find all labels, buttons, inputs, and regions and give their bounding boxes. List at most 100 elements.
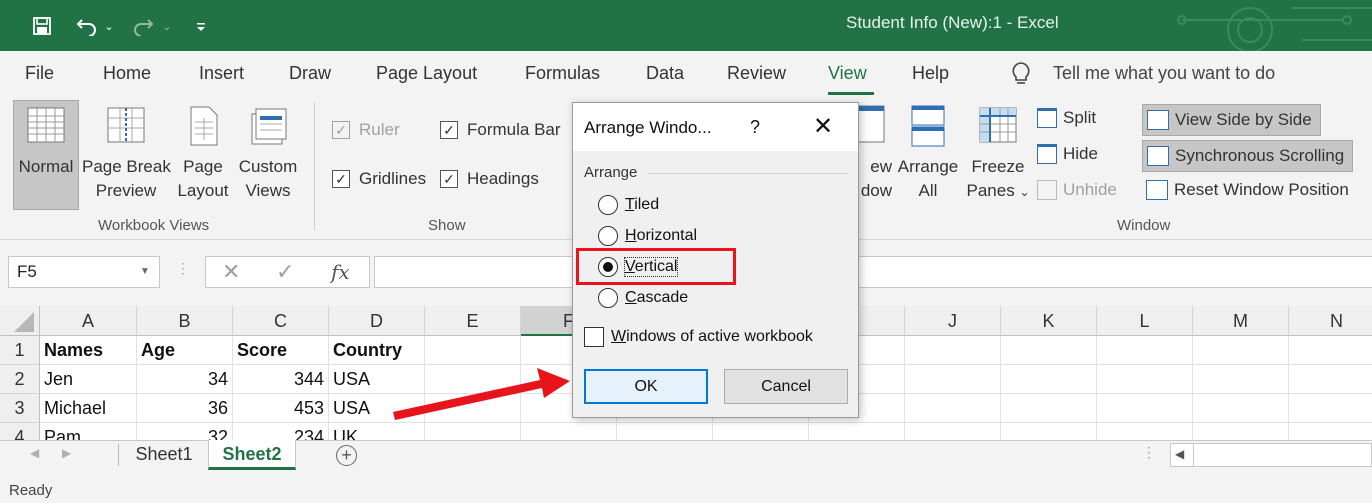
row-header-4[interactable]: 4: [0, 423, 40, 440]
cell-d2[interactable]: USA: [329, 365, 425, 394]
help-icon[interactable]: ?: [750, 117, 760, 138]
tab-data[interactable]: Data: [646, 63, 684, 84]
gridlines-checkbox[interactable]: ✓ Gridlines: [332, 169, 426, 189]
arrange-section-label: Arrange: [584, 164, 638, 181]
add-sheet-icon[interactable]: +: [336, 445, 357, 466]
windows-of-active-workbook-checkbox[interactable]: Windows of active workbook: [584, 327, 813, 347]
column-header-n[interactable]: N: [1289, 306, 1372, 336]
synchronous-scrolling-button[interactable]: Synchronous Scrolling: [1142, 140, 1354, 172]
prev-sheet-icon[interactable]: ◀: [30, 446, 39, 460]
chevron-down-icon: ⌄: [1019, 185, 1030, 199]
undo-dropdown-icon[interactable]: ⌄: [102, 12, 116, 40]
reset-position-icon: [1146, 180, 1168, 200]
tab-help[interactable]: Help: [912, 63, 949, 84]
ruler-checkbox[interactable]: ✓ Ruler: [332, 120, 400, 140]
row-header-1[interactable]: 1: [0, 336, 40, 365]
name-box-dropdown-icon[interactable]: ▼: [140, 266, 150, 277]
tab-view[interactable]: View: [828, 63, 867, 84]
sheet-tab-sheet1[interactable]: Sheet1: [122, 440, 206, 470]
tab-page-layout[interactable]: Page Layout: [376, 63, 477, 84]
checkbox-label: Windows of active workbook: [611, 328, 813, 346]
formula-bar-checkbox[interactable]: ✓ Formula Bar: [440, 120, 561, 140]
gridlines-label: Gridlines: [359, 169, 427, 188]
tab-insert[interactable]: Insert: [199, 63, 244, 84]
name-box[interactable]: F5: [8, 256, 160, 288]
page-layout-view-button[interactable]: Page Layout: [173, 104, 233, 203]
tell-me-search[interactable]: Tell me what you want to do: [1053, 63, 1275, 84]
enter-entry-icon[interactable]: ✓: [276, 259, 294, 285]
cell-a2[interactable]: Jen: [40, 365, 137, 394]
cancel-button[interactable]: Cancel: [724, 369, 848, 404]
cell-b4[interactable]: 32: [137, 423, 233, 440]
column-header-k[interactable]: K: [1001, 306, 1097, 336]
cell-d3[interactable]: USA: [329, 394, 425, 423]
close-icon[interactable]: ✕: [813, 112, 833, 141]
tab-review[interactable]: Review: [727, 63, 786, 84]
tab-home[interactable]: Home: [103, 63, 151, 84]
row-header-2[interactable]: 2: [0, 365, 40, 394]
customize-qat-icon[interactable]: [193, 12, 209, 40]
radio-tiled[interactable]: Tiled: [598, 195, 659, 215]
reset-window-position-button[interactable]: Reset Window Position: [1146, 180, 1349, 200]
column-header-a[interactable]: A: [40, 306, 137, 336]
cell-b2[interactable]: 34: [137, 365, 233, 394]
next-sheet-icon[interactable]: ▶: [62, 446, 71, 460]
cell-c1[interactable]: Score: [233, 336, 329, 365]
redo-dropdown-icon[interactable]: ⌄: [160, 12, 174, 40]
tab-draw[interactable]: Draw: [289, 63, 331, 84]
arrange-all-button[interactable]: Arrange All: [894, 104, 962, 203]
cell-c4[interactable]: 234: [233, 423, 329, 440]
more-options-icon: ⋮: [176, 260, 190, 276]
cascade-text: ascade: [636, 289, 689, 306]
save-icon[interactable]: [30, 12, 54, 40]
side-by-side-icon: [1147, 110, 1169, 130]
ok-button[interactable]: OK: [584, 369, 708, 404]
column-header-b[interactable]: B: [137, 306, 233, 336]
cell-b3[interactable]: 36: [137, 394, 233, 423]
cell-d1[interactable]: Country: [329, 336, 425, 365]
cell-c3[interactable]: 453: [233, 394, 329, 423]
row-header-3[interactable]: 3: [0, 394, 40, 423]
freeze-panes-button[interactable]: Freeze Panes ⌄: [964, 104, 1032, 204]
cell-a3[interactable]: Michael: [40, 394, 137, 423]
tab-formulas[interactable]: Formulas: [525, 63, 600, 84]
checkbox-accesskey: W: [611, 328, 627, 345]
radio-cascade[interactable]: Cascade: [598, 288, 688, 308]
hide-label: Hide: [1063, 144, 1098, 163]
split-button[interactable]: Split: [1037, 108, 1096, 128]
column-header-e[interactable]: E: [425, 306, 521, 336]
cell-d4[interactable]: UK: [329, 423, 425, 440]
scroll-left-icon[interactable]: ◀: [1175, 447, 1184, 461]
column-header-c[interactable]: C: [233, 306, 329, 336]
radio-horizontal[interactable]: Horizontal: [598, 226, 697, 246]
cancel-entry-icon[interactable]: ✕: [222, 259, 240, 285]
formula-input[interactable]: [374, 256, 1372, 288]
page-break-label-1: Page Break: [82, 157, 171, 176]
cell-a4[interactable]: Pam: [40, 423, 137, 440]
column-header-l[interactable]: L: [1097, 306, 1193, 336]
sheet-tab-sheet2[interactable]: Sheet2: [208, 440, 296, 470]
radio-horizontal-label: Horizontal: [625, 227, 697, 245]
horizontal-scrollbar[interactable]: ◀: [1170, 443, 1372, 467]
unhide-button[interactable]: Unhide: [1037, 180, 1117, 200]
insert-function-icon[interactable]: fx: [331, 260, 350, 284]
column-header-j[interactable]: J: [905, 306, 1001, 336]
radio-cascade-label: Cascade: [625, 289, 688, 307]
excel-window: ⌄ ⌄ Student Info (New):1 - Excel File Ho…: [0, 0, 1372, 503]
headings-checkbox[interactable]: ✓ Headings: [440, 169, 539, 189]
tab-file[interactable]: File: [25, 63, 54, 84]
redo-icon[interactable]: [130, 12, 156, 40]
select-all-corner[interactable]: [0, 306, 40, 336]
normal-view-button[interactable]: Normal: [14, 104, 78, 179]
undo-icon[interactable]: [74, 12, 100, 40]
column-header-m[interactable]: M: [1193, 306, 1289, 336]
column-header-d[interactable]: D: [329, 306, 425, 336]
cell-c2[interactable]: 344: [233, 365, 329, 394]
cell-b1[interactable]: Age: [137, 336, 233, 365]
cell-a1[interactable]: Names: [40, 336, 137, 365]
page-break-preview-button[interactable]: Page Break Preview: [82, 104, 171, 203]
view-side-by-side-button[interactable]: View Side by Side: [1142, 104, 1321, 136]
hide-button[interactable]: Hide: [1037, 144, 1098, 164]
custom-views-button[interactable]: Custom Views: [236, 104, 300, 203]
tab-splitter-icon[interactable]: ⋮: [1142, 444, 1156, 461]
